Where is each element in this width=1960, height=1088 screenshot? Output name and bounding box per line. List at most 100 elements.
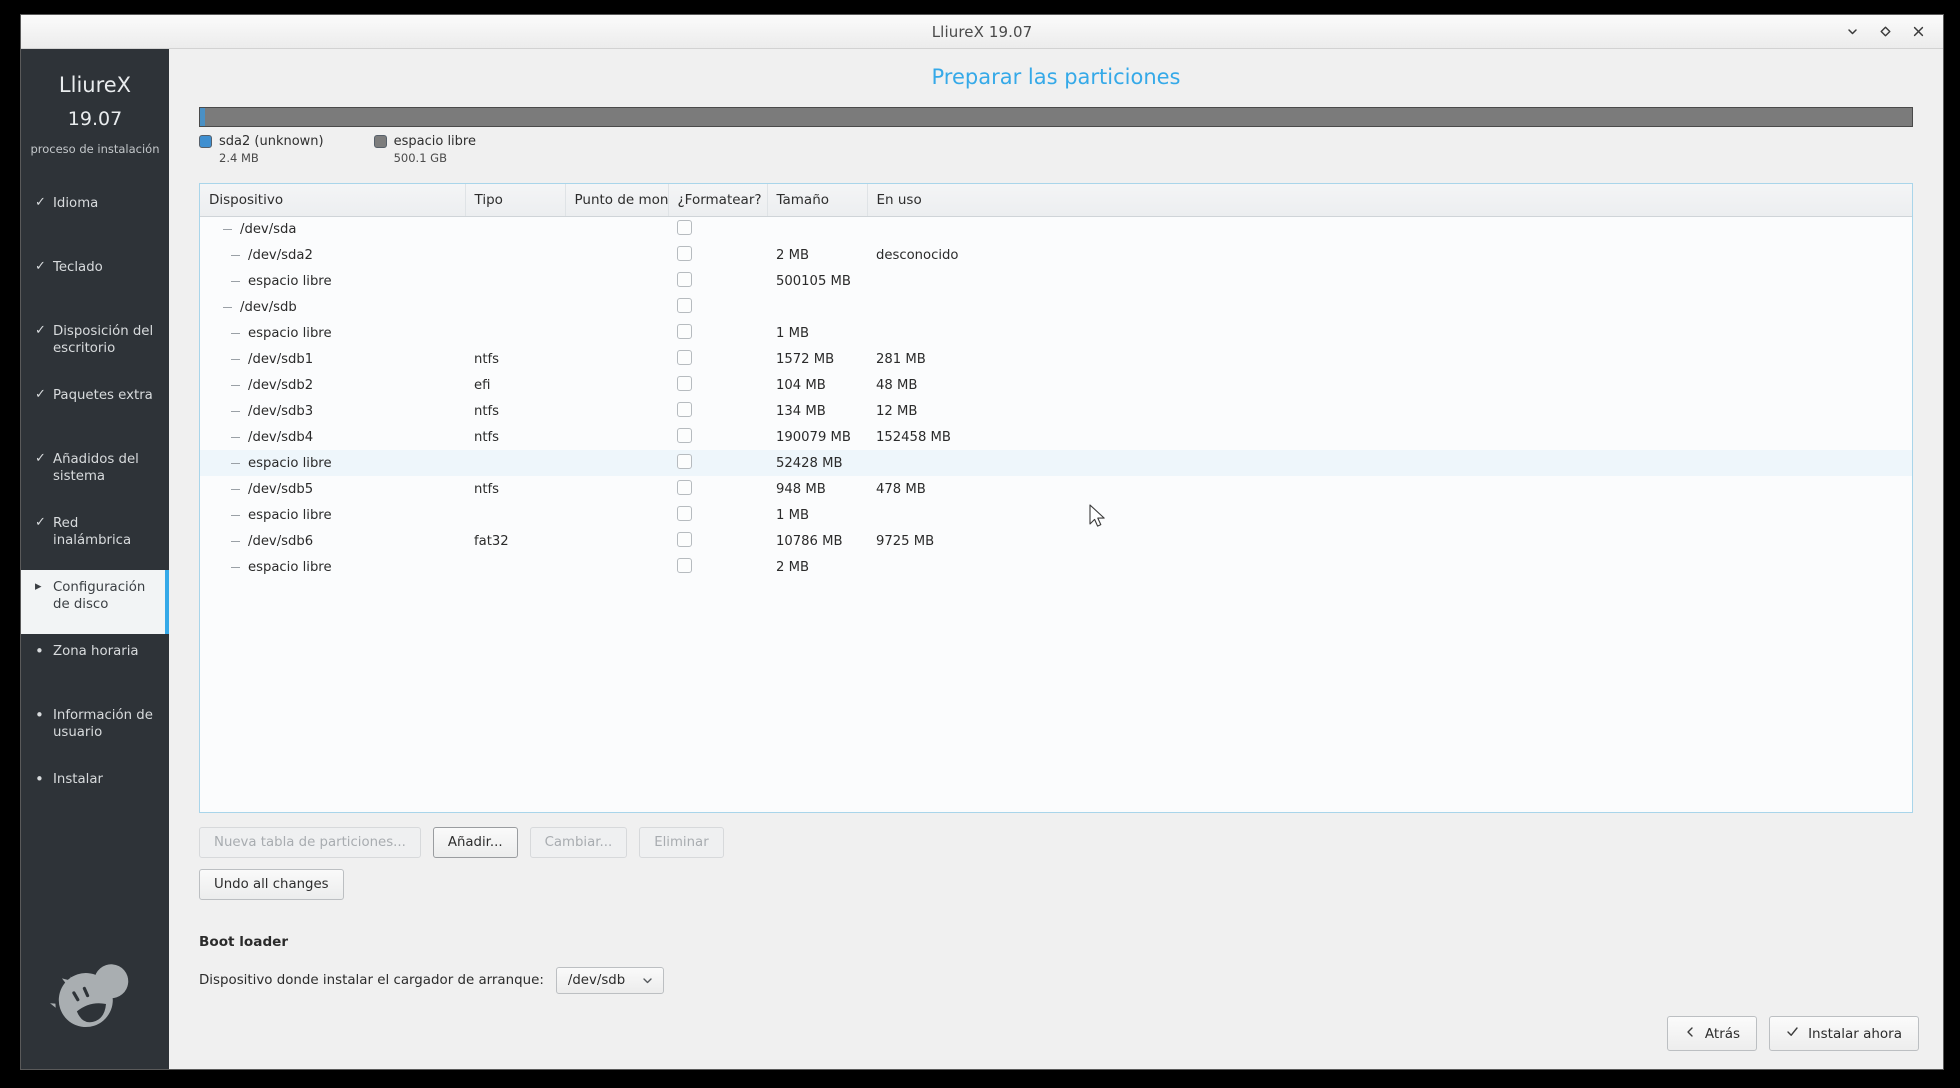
table-row[interactable]: /dev/sdb3 ntfs 134 MB 12 MB (200, 398, 1912, 424)
cell-dispositivo: espacio libre (200, 268, 465, 294)
column-header-en-uso[interactable]: En uso (867, 183, 1912, 217)
column-header-tamano[interactable]: Tamaño (767, 183, 868, 217)
cell-en-uso: 478 MB (876, 481, 926, 497)
table-row[interactable]: /dev/sdb2 efi 104 MB 48 MB (200, 372, 1912, 398)
format-checkbox[interactable] (677, 323, 692, 339)
footer-nav: Atrás Instalar ahora (169, 1016, 1943, 1069)
column-header-dispositivo[interactable]: Dispositivo (200, 183, 466, 217)
cell-en-uso (867, 294, 1912, 320)
delete-partition-button[interactable]: Eliminar (639, 826, 724, 858)
cell-tipo: ntfs (474, 403, 500, 419)
cell-tamano: 52428 MB (767, 450, 867, 477)
table-row[interactable]: espacio libre 52428 MB (200, 450, 1912, 477)
device-name: /dev/sdb2 (248, 377, 314, 393)
sidebar-item-label: Instalar (53, 772, 103, 787)
sidebar-item-disposici-n-del-escritorio[interactable]: ✓ Disposición del escritorio (21, 314, 169, 378)
sidebar-item-paquetes-extra[interactable]: ✓ Paquetes extra (21, 378, 169, 442)
window-title: LliureX 19.07 (931, 22, 1033, 41)
table-row[interactable]: /dev/sdb4 ntfs 190079 MB 152458 MB (200, 424, 1912, 450)
partition-table-body: /dev/sda/dev/sda2 2 MB desconocido espacio … (200, 216, 1912, 580)
table-row[interactable]: /dev/sdb6 fat32 10786 MB 9725 MB (200, 528, 1912, 554)
tree-branch-icon (231, 436, 240, 438)
format-checkbox[interactable] (677, 479, 692, 495)
partition-table-container[interactable]: Dispositivo Tipo Punto de mon ¿Formatear… (199, 182, 1913, 813)
tree-branch-icon (231, 566, 240, 568)
sidebar-item-a-adidos-del-sistema[interactable]: ✓ Añadidos del sistema (21, 442, 169, 506)
cell-tipo: fat32 (474, 533, 509, 549)
boot-loader-row: Dispositivo donde instalar el cargador d… (199, 966, 1913, 994)
sidebar-item-teclado[interactable]: ✓ Teclado (21, 250, 169, 314)
format-checkbox[interactable] (677, 245, 692, 261)
legend-label: sda2 (unknown) (219, 134, 324, 149)
table-row[interactable]: espacio libre 500105 MB (200, 268, 1912, 294)
sidebar-steps: ✓ Idioma ✓ Teclado ✓ Disposición del escritor… (21, 186, 169, 826)
sidebar-item-idioma[interactable]: ✓ Idioma (21, 186, 169, 250)
cell-formatear (668, 398, 767, 424)
close-button[interactable] (1907, 21, 1929, 43)
format-checkbox[interactable] (677, 557, 692, 573)
table-row[interactable]: /dev/sda2 2 MB desconocido (200, 242, 1912, 268)
back-button[interactable]: Atrás (1666, 1016, 1758, 1051)
format-checkbox[interactable] (677, 427, 692, 443)
cell-formatear (668, 268, 767, 294)
format-checkbox[interactable] (677, 531, 692, 547)
boot-loader-label: Dispositivo donde instalar el cargador d… (199, 972, 544, 988)
change-partition-button[interactable]: Cambiar... (529, 826, 628, 858)
format-checkbox[interactable] (677, 401, 692, 417)
cell-en-uso (867, 554, 1912, 580)
cell-tipo (465, 554, 565, 580)
brand-subtitle: proceso de instalación (30, 142, 160, 156)
table-row[interactable]: /dev/sda (200, 216, 1912, 242)
cell-en-uso (867, 502, 1912, 528)
table-row[interactable]: /dev/sdb5 ntfs 948 MB 478 MB (200, 476, 1912, 502)
cell-tipo (465, 502, 565, 528)
partition-bar-segment (205, 108, 1912, 126)
sidebar-item-red-inal-mbrica[interactable]: ✓ Red inalámbrica (21, 506, 169, 570)
tree-branch-icon (231, 514, 240, 516)
cell-en-uso (867, 268, 1912, 294)
cell-punto-de-montaje (565, 320, 668, 346)
cell-dispositivo: /dev/sda (200, 216, 465, 242)
sidebar-item-informaci-n-de-usuario[interactable]: • Información de usuario (21, 698, 169, 762)
format-checkbox[interactable] (677, 349, 692, 365)
sidebar-item-configuraci-n-de-disco[interactable]: ▸ Configuración de disco (21, 570, 169, 634)
table-row[interactable]: /dev/sdb1 ntfs 1572 MB 281 MB (200, 346, 1912, 372)
cell-tipo: ntfs (474, 429, 500, 445)
minimize-button[interactable] (1841, 21, 1863, 43)
column-header-formatear[interactable]: ¿Formatear? (668, 183, 768, 217)
cell-tipo (465, 320, 565, 346)
sidebar-item-zona-horaria[interactable]: • Zona horaria (21, 634, 169, 698)
device-name: espacio libre (248, 559, 332, 575)
add-partition-button[interactable]: Añadir... (432, 826, 518, 858)
device-name: /dev/sdb (240, 299, 297, 315)
maximize-button[interactable] (1874, 21, 1896, 43)
partition-bar-section: sda2 (unknown) 2.4 MB espacio libre 500.1 G… (199, 107, 1913, 165)
format-checkbox[interactable] (677, 297, 692, 313)
install-now-button[interactable]: Instalar ahora (1769, 1016, 1919, 1051)
table-row[interactable]: espacio libre 1 MB (200, 502, 1912, 528)
sidebar-item-instalar[interactable]: • Instalar (21, 762, 169, 826)
check-icon: ✓ (35, 323, 46, 338)
table-row[interactable]: espacio libre 1 MB (200, 320, 1912, 346)
format-checkbox[interactable] (677, 271, 692, 287)
format-checkbox[interactable] (677, 453, 692, 469)
format-checkbox[interactable] (677, 505, 692, 521)
boot-loader-device-select[interactable]: /dev/sdb (555, 966, 665, 994)
column-header-punto-de-montaje[interactable]: Punto de mon (565, 183, 669, 217)
tree-branch-icon (231, 358, 240, 360)
tree-branch-icon (223, 228, 232, 230)
cell-formatear (668, 424, 767, 450)
table-row[interactable]: /dev/sdb (200, 294, 1912, 320)
format-checkbox[interactable] (677, 375, 692, 391)
cell-en-uso (867, 320, 1912, 346)
column-header-tipo[interactable]: Tipo (465, 183, 566, 217)
undo-all-changes-button[interactable]: Undo all changes (199, 868, 344, 900)
cell-punto-de-montaje (565, 242, 668, 268)
lliurex-mascot-icon (50, 964, 129, 1028)
new-partition-table-button[interactable]: Nueva tabla de particiones... (199, 826, 421, 858)
device-name: /dev/sda2 (248, 247, 313, 263)
format-checkbox[interactable] (677, 219, 692, 235)
cell-dispositivo: /dev/sdb5 (200, 476, 465, 502)
cell-tamano (767, 294, 867, 320)
table-row[interactable]: espacio libre 2 MB (200, 554, 1912, 580)
